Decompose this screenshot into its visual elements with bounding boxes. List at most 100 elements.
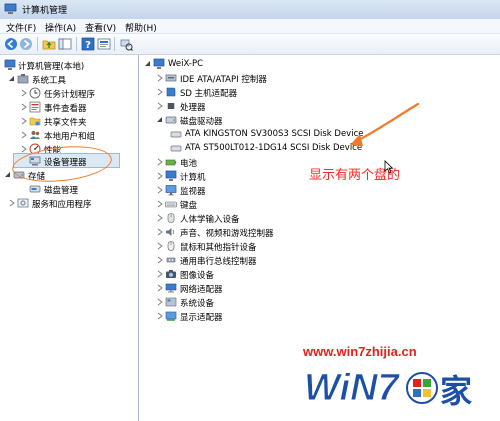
computer-management-icon — [4, 59, 16, 70]
device-scan-icon[interactable] — [119, 37, 133, 51]
collapsed-triangle-icon[interactable] — [156, 228, 164, 236]
menu-file[interactable]: 文件(F) — [6, 21, 36, 34]
usb-icon — [166, 257, 176, 263]
toolbar-separator — [114, 37, 115, 51]
device-category-monitor[interactable]: 监视器 — [156, 184, 356, 197]
device-category-usb[interactable]: 通用串行总线控制器 — [156, 254, 356, 267]
tree-item-event-viewer[interactable]: 事件查看器 — [20, 101, 136, 114]
tree-item-local-users[interactable]: 本地用户和组 — [20, 129, 136, 142]
folder-up-icon[interactable] — [42, 37, 56, 51]
device-category-ide[interactable]: IDE ATA/ATAPI 控制器 — [156, 72, 356, 85]
device-category-imaging[interactable]: 图像设备 — [156, 268, 356, 281]
device-category-system[interactable]: 系统设备 — [156, 296, 356, 309]
computer-icon — [165, 170, 177, 181]
logo-text: WiN7 — [304, 367, 401, 409]
collapsed-triangle-icon[interactable] — [156, 158, 164, 166]
device-category-keyboard[interactable]: 键盘 — [156, 198, 356, 211]
tree-item-computer-management[interactable]: 计算机管理(本地) — [4, 59, 134, 72]
collapsed-triangle-icon[interactable] — [156, 256, 164, 264]
collapsed-triangle-icon[interactable] — [156, 186, 164, 194]
ide-controller-icon — [165, 74, 177, 82]
expanded-triangle-icon[interactable] — [4, 171, 12, 179]
device-category-sd-host[interactable]: SD 主机适配器 — [156, 86, 356, 99]
title-bar[interactable]: 计算机管理 — [0, 0, 500, 20]
help-icon[interactable]: ? — [81, 37, 95, 51]
network-adapter-icon — [165, 283, 177, 293]
shared-folder-icon — [29, 117, 41, 126]
toolbar: ? — [0, 34, 500, 55]
tree-item-computer-root[interactable]: WeiX-PC — [144, 58, 344, 71]
console-icon[interactable] — [58, 37, 72, 51]
collapsed-triangle-icon[interactable] — [156, 88, 164, 96]
collapsed-triangle-icon[interactable] — [156, 270, 164, 278]
menu-view[interactable]: 查看(V) — [85, 21, 116, 34]
tree-label: 通用串行总线控制器 — [180, 257, 257, 267]
tree-label: 服务和应用程序 — [32, 200, 92, 210]
toolbar-separator — [37, 37, 38, 51]
device-category-network[interactable]: 网络适配器 — [156, 282, 356, 295]
watermark-url: www.win7zhijia.cn — [303, 344, 417, 359]
collapsed-triangle-icon[interactable] — [20, 89, 28, 97]
svg-text:?: ? — [85, 40, 91, 51]
expanded-triangle-icon[interactable] — [144, 60, 152, 68]
speaker-icon — [166, 228, 175, 236]
device-category-processor[interactable]: 处理器 — [156, 100, 356, 113]
device-category-mouse[interactable]: 鼠标和其他指针设备 — [156, 240, 356, 253]
tree-item-task-scheduler[interactable]: 任务计划程序 — [20, 87, 136, 100]
collapsed-triangle-icon[interactable] — [20, 131, 28, 139]
clock-icon — [29, 87, 41, 99]
tree-label: 图像设备 — [180, 271, 215, 281]
collapsed-triangle-icon[interactable] — [20, 117, 28, 125]
event-log-icon — [29, 101, 41, 113]
tree-label: 声音、视频和游戏控制器 — [180, 229, 274, 239]
processor-icon — [167, 103, 175, 109]
menu-action[interactable]: 操作(A) — [45, 21, 76, 34]
tree-item-disk-management[interactable]: 磁盘管理 — [20, 183, 136, 196]
toolbar-separator — [76, 37, 77, 51]
collapsed-triangle-icon[interactable] — [8, 199, 16, 207]
disk-device-kingston[interactable]: ATA KINGSTON SV300S3 SCSI Disk Device — [170, 128, 400, 141]
collapsed-triangle-icon[interactable] — [156, 242, 164, 250]
device-category-hid[interactable]: 人体学输入设备 — [156, 212, 356, 225]
tree-item-system-tools[interactable]: 系统工具 — [8, 73, 136, 86]
collapsed-triangle-icon[interactable] — [156, 74, 164, 82]
collapsed-triangle-icon[interactable] — [20, 145, 28, 153]
collapsed-triangle-icon[interactable] — [156, 312, 164, 320]
disk-device-seagate[interactable]: ATA ST500LT012-1DG14 SCSI Disk Device — [170, 142, 400, 155]
users-icon — [30, 131, 40, 139]
collapsed-triangle-icon[interactable] — [20, 103, 28, 111]
disk-drive-icon — [165, 116, 177, 124]
collapsed-triangle-icon[interactable] — [156, 214, 164, 222]
tools-icon — [17, 74, 29, 84]
collapsed-triangle-icon[interactable] — [156, 102, 164, 110]
device-category-display[interactable]: 显示适配器 — [156, 310, 356, 323]
hid-icon — [167, 213, 175, 223]
tree-label: 共享文件夹 — [44, 118, 87, 128]
disk-drive-icon — [170, 145, 182, 152]
collapsed-triangle-icon[interactable] — [156, 200, 164, 208]
forward-arrow-icon[interactable] — [19, 37, 33, 51]
services-icon — [17, 198, 29, 208]
tree-item-services-apps[interactable]: 服务和应用程序 — [8, 197, 136, 210]
collapsed-triangle-icon[interactable] — [156, 172, 164, 180]
tree-label: 电池 — [180, 159, 198, 169]
collapsed-triangle-icon[interactable] — [156, 298, 164, 306]
tree-label: ATA KINGSTON SV300S3 SCSI Disk Device — [185, 129, 364, 139]
computer-management-icon — [4, 3, 17, 14]
mouse-icon — [167, 241, 175, 251]
tree-label: 系统设备 — [180, 299, 215, 309]
device-category-disk-drives[interactable]: 磁盘驱动器 — [156, 114, 356, 127]
expanded-triangle-icon[interactable] — [8, 75, 16, 83]
tree-item-shared-folders[interactable]: 共享文件夹 — [20, 115, 136, 128]
tree-label: 处理器 — [180, 103, 206, 113]
menu-help[interactable]: 帮助(H) — [125, 21, 157, 34]
expanded-triangle-icon[interactable] — [156, 116, 164, 124]
properties-icon[interactable] — [97, 37, 111, 51]
device-category-sound[interactable]: 声音、视频和游戏控制器 — [156, 226, 356, 239]
tree-label: 监视器 — [180, 187, 206, 197]
computer-management-window: 计算机管理 文件(F) 操作(A) 查看(V) 帮助(H) ? 计算机管理(本地… — [0, 0, 500, 421]
win7-logo-watermark: WiN7 家 — [304, 367, 473, 411]
back-arrow-icon[interactable] — [4, 37, 18, 51]
collapsed-triangle-icon[interactable] — [156, 284, 164, 292]
monitor-icon — [165, 185, 177, 196]
